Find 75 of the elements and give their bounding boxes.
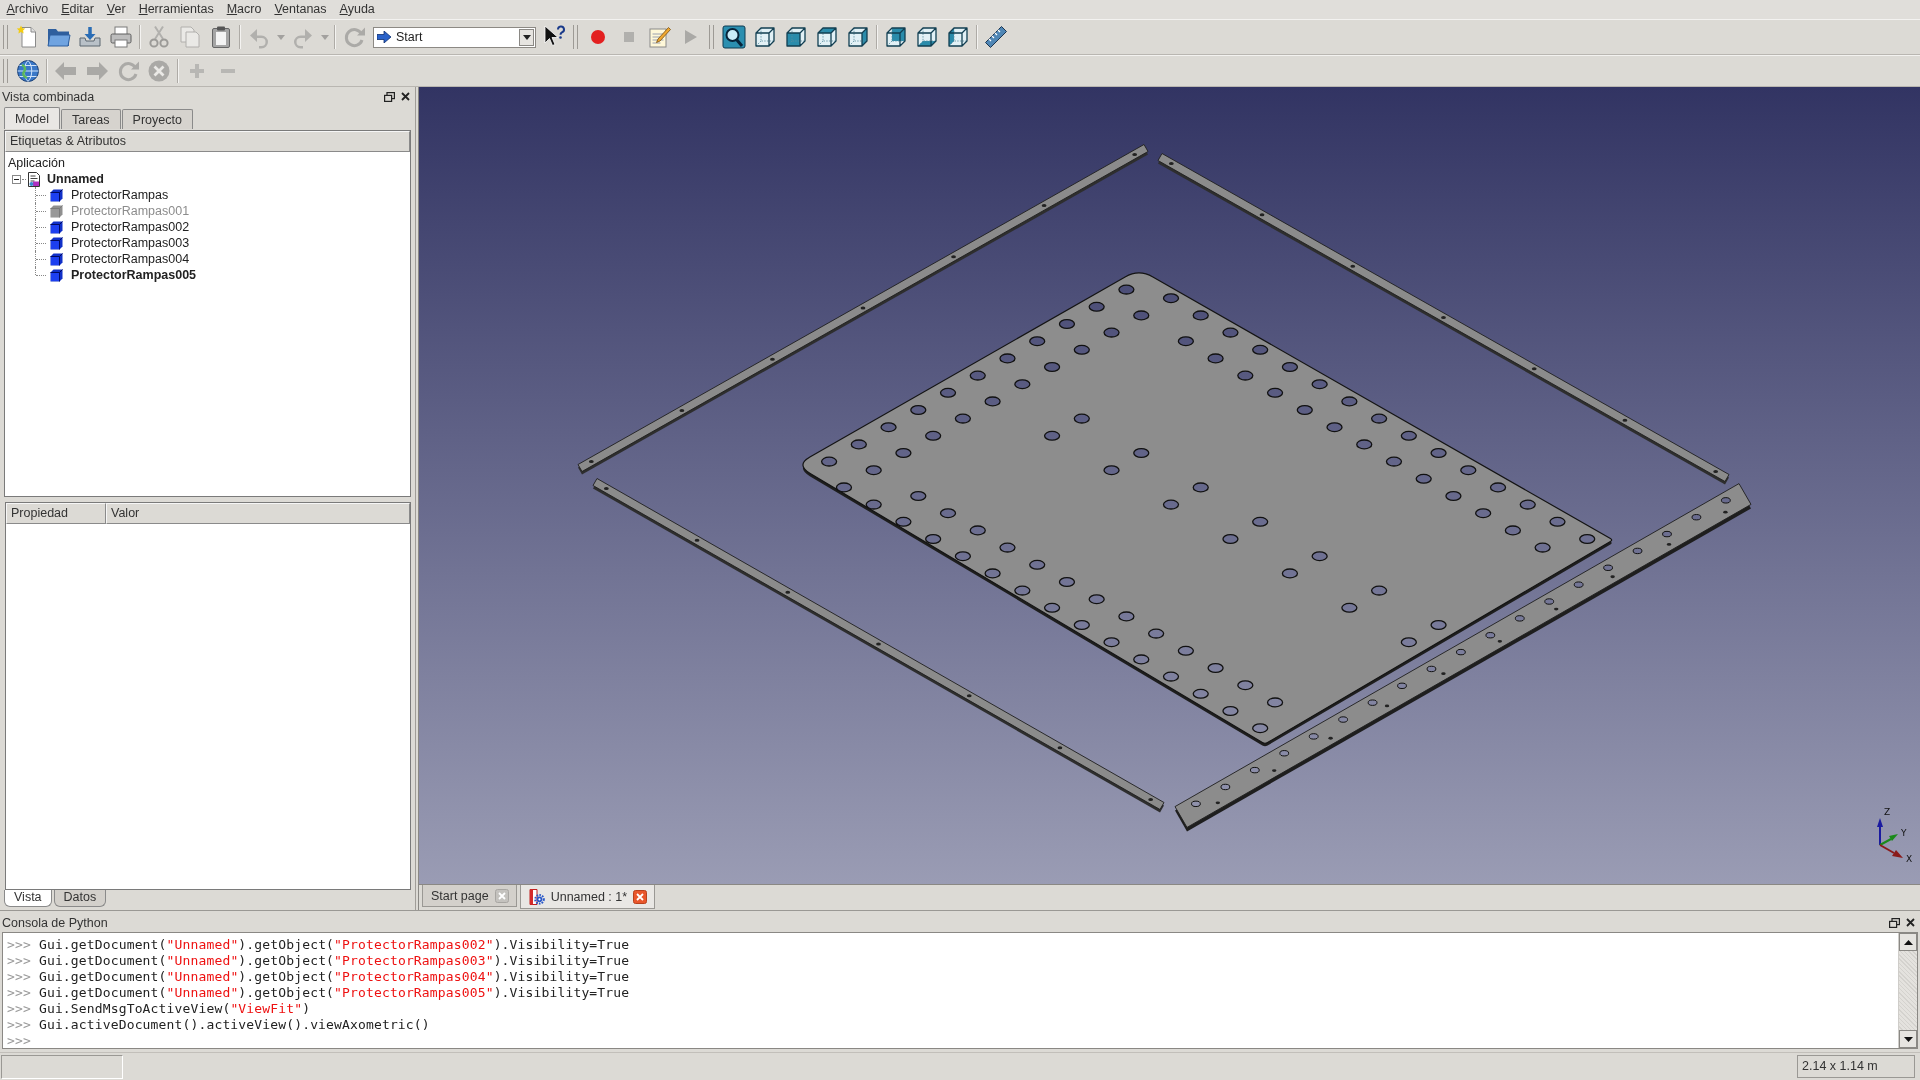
tree-item[interactable]: Unnamed	[28, 171, 104, 187]
globe-icon[interactable]	[15, 59, 40, 83]
cube-bottom-face-icon[interactable]	[914, 25, 939, 49]
cube-icon	[50, 236, 63, 250]
cube-front-face-icon[interactable]	[783, 25, 808, 49]
column-header: Etiquetas & Atributos	[5, 131, 410, 152]
console-line: >>> Gui.getDocument("Unnamed").getObject("ProtectorRampas005").Visibility=True	[7, 985, 630, 1000]
tree-item[interactable]: ProtectorRampas	[50, 187, 169, 203]
tree-item[interactable]: ProtectorRampas002	[50, 219, 190, 235]
cube-icon	[50, 204, 63, 218]
dimension-readout: 2.14 x 1.14 m	[1797, 1055, 1915, 1078]
menu-item[interactable]: Editar	[54, 1, 101, 18]
ruler-icon[interactable]	[983, 25, 1008, 49]
collapse-icon[interactable]	[12, 174, 21, 184]
tab[interactable]: Unnamed : 1*	[519, 885, 656, 909]
arrow-right-icon	[377, 31, 391, 43]
notepad-pencil-icon[interactable]	[647, 25, 672, 49]
column-header: Valor	[106, 503, 410, 524]
console-line: >>> Gui.SendMsgToActiveView("ViewFit")	[7, 1001, 311, 1016]
console-panel[interactable]	[2, 932, 1918, 1049]
viewport-canvas[interactable]: Z Y X	[419, 87, 1920, 884]
axis-label: Y	[1901, 828, 1907, 838]
vertical-scrollbar[interactable]	[1898, 933, 1917, 1048]
restore-icon[interactable]	[1889, 917, 1900, 928]
menu-item[interactable]: Archivo	[0, 1, 55, 18]
tree-item[interactable]: Aplicación	[8, 155, 65, 171]
up-arrow-icon[interactable]	[1903, 939, 1913, 945]
record-icon[interactable]	[590, 30, 605, 44]
tab[interactable]: Start page	[422, 885, 517, 907]
menu-item[interactable]: Ayuda	[333, 1, 382, 18]
menu-item[interactable]: Macro	[220, 1, 268, 18]
down-arrow-icon[interactable]	[1903, 1036, 1913, 1042]
close-icon[interactable]	[633, 889, 648, 904]
zoom-fit-icon[interactable]	[721, 25, 746, 49]
panel-title: Consola de Python	[2, 915, 108, 930]
menu-item[interactable]: Ventanas	[267, 1, 334, 18]
console-line: >>> Gui.getDocument("Unnamed").getObject("ProtectorRampas004").Visibility=True	[7, 969, 630, 984]
help-cursor-icon[interactable]	[542, 25, 567, 49]
console-line: >>> Gui.activeDocument().activeView().viewAxometric()	[7, 1017, 430, 1032]
cube-top-face-icon[interactable]	[814, 25, 839, 49]
cube-icon	[50, 220, 63, 234]
menu-item[interactable]: Herramientas	[132, 1, 221, 18]
cube-icon	[50, 268, 63, 282]
printer-icon[interactable]	[108, 25, 133, 49]
axis-label: X	[1906, 854, 1913, 864]
axis-label: Z	[1884, 807, 1891, 817]
caret-icon	[522, 34, 531, 40]
tab[interactable]: Proyecto	[121, 109, 193, 129]
cube-right-face-icon[interactable]	[845, 25, 870, 49]
tab[interactable]: Datos	[53, 890, 107, 907]
tree-item[interactable]: ProtectorRampas001	[50, 203, 190, 219]
column-header: Propiedad	[6, 503, 106, 524]
document-gear-icon	[528, 888, 545, 905]
cube-icon	[50, 252, 63, 266]
console-line: >>> Gui.getDocument("Unnamed").getObject("ProtectorRampas002").Visibility=True	[7, 937, 630, 952]
save-icon[interactable]	[77, 25, 102, 49]
tab[interactable]: Vista	[4, 890, 52, 907]
close-icon[interactable]	[401, 92, 410, 101]
panel-title: Vista combinada	[2, 89, 95, 104]
cube-rear-face-icon[interactable]	[883, 25, 908, 49]
tree-item[interactable]: ProtectorRampas004	[50, 251, 190, 267]
tree-item[interactable]: ProtectorRampas003	[50, 235, 190, 251]
restore-icon[interactable]	[384, 91, 395, 102]
document-icon	[28, 171, 40, 187]
tree-item[interactable]: ProtectorRampas005	[50, 267, 197, 283]
menu-item[interactable]: Ver	[100, 1, 133, 18]
tab[interactable]: Tareas	[61, 109, 121, 129]
cube-icon[interactable]	[752, 25, 777, 49]
cube-left-face-icon[interactable]	[945, 25, 970, 49]
cube-icon	[50, 188, 63, 202]
tab[interactable]: Model	[4, 107, 61, 129]
console-line: >>>	[7, 1033, 32, 1048]
console-line: >>> Gui.getDocument("Unnamed").getObject("ProtectorRampas003").Visibility=True	[7, 953, 630, 968]
workbench-dropdown[interactable]: Start	[373, 26, 536, 48]
close-icon[interactable]	[1906, 918, 1915, 927]
